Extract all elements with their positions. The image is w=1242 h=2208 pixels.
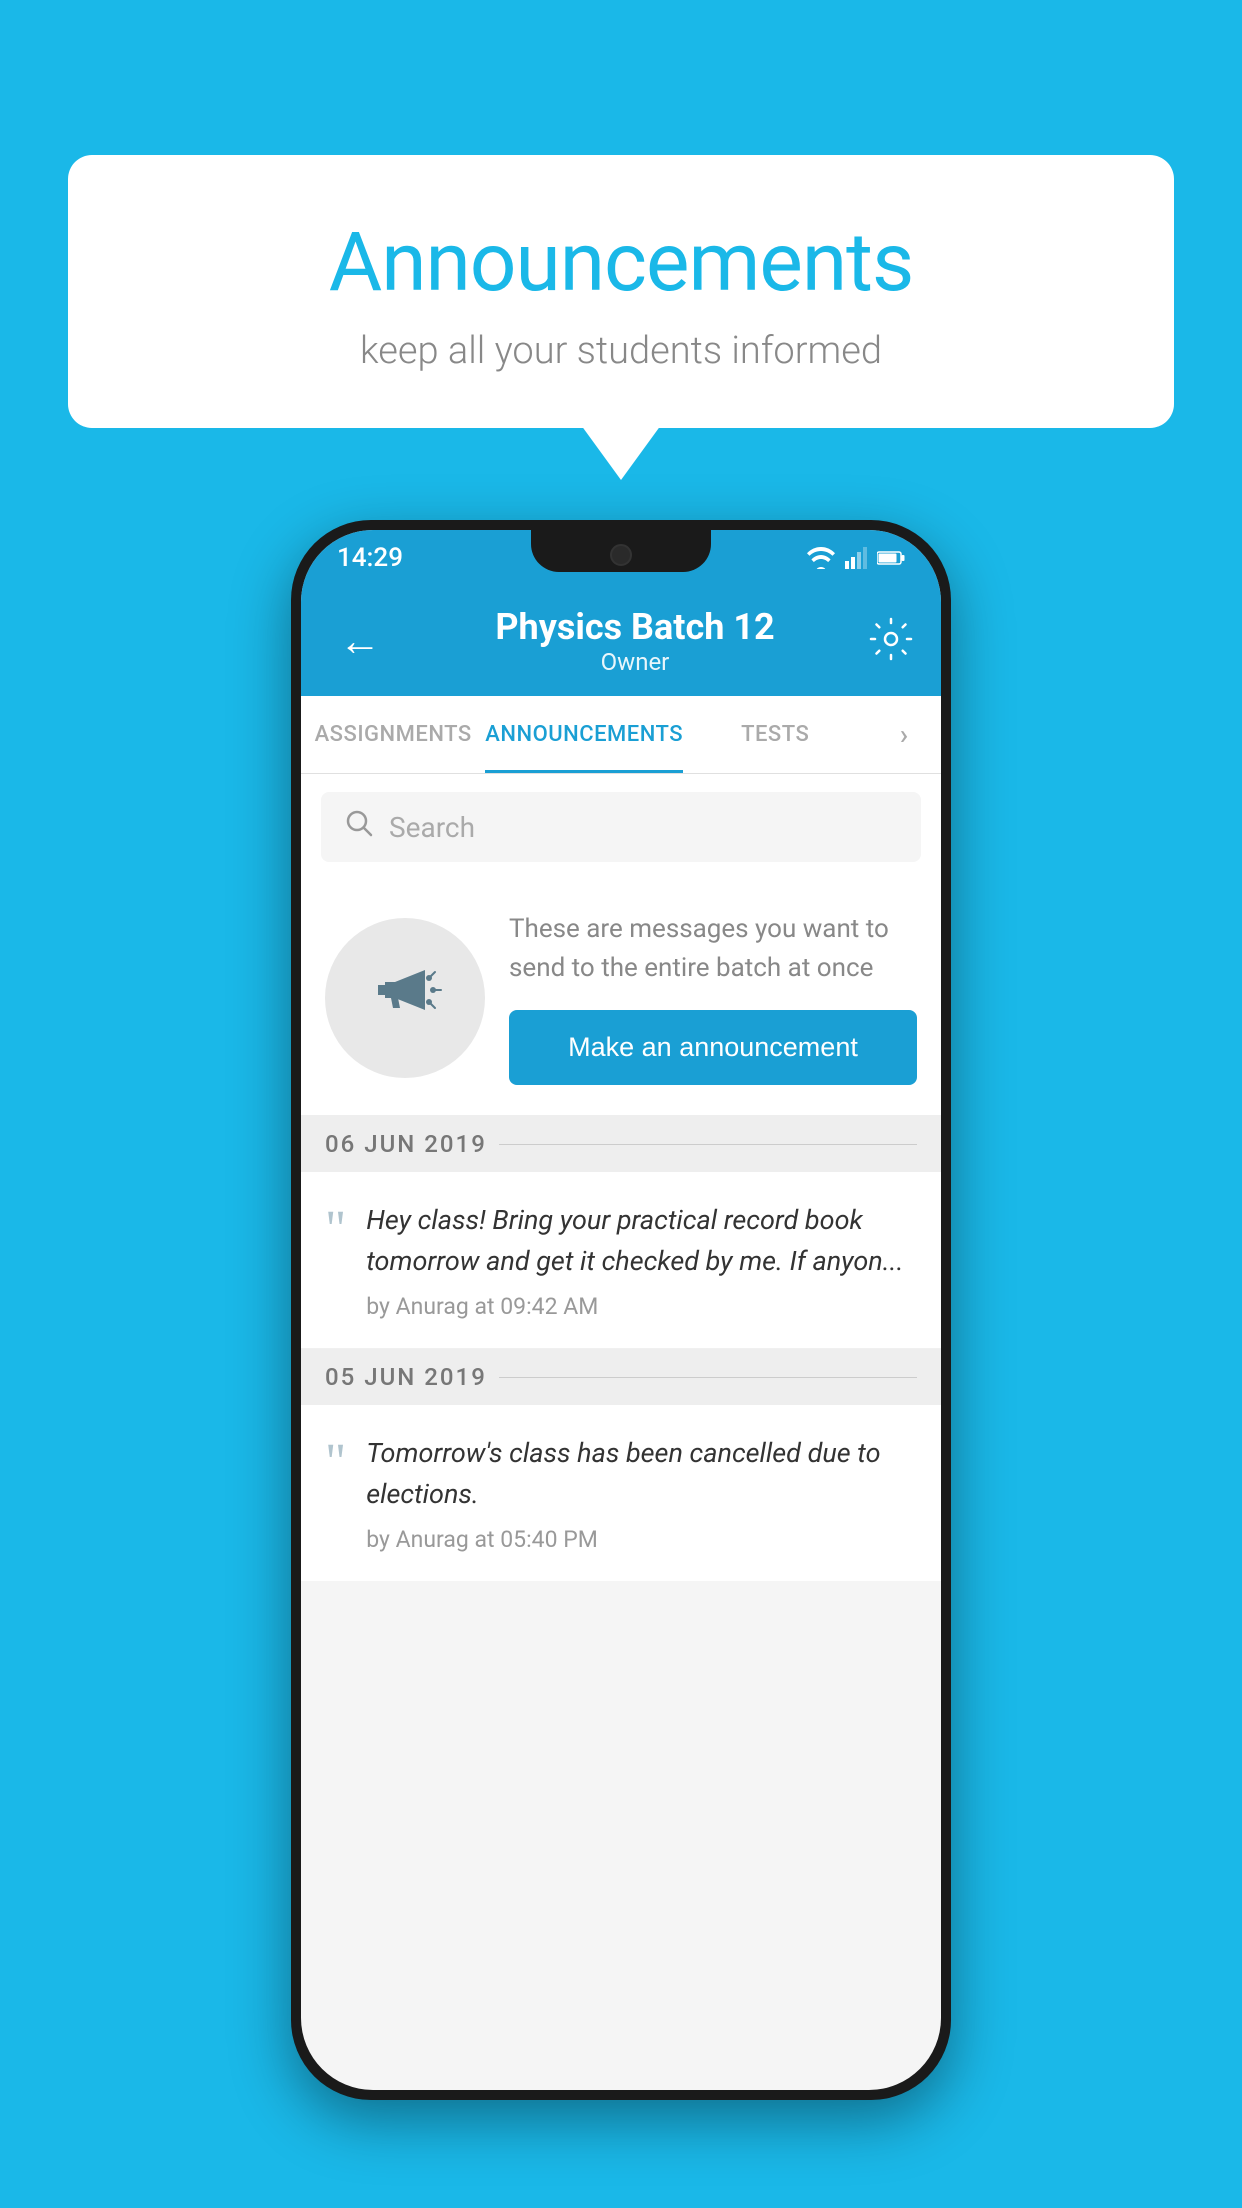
speech-bubble: Announcements keep all your students inf…	[68, 155, 1174, 428]
date-separator-2: 05 JUN 2019	[301, 1349, 941, 1405]
back-button[interactable]: ←	[329, 607, 391, 676]
search-placeholder: Search	[389, 811, 475, 844]
signal-icon	[845, 547, 867, 569]
app-bar-title: Physics Batch 12	[401, 606, 869, 648]
announcement-item-1[interactable]: " Hey class! Bring your practical record…	[301, 1172, 941, 1349]
make-announcement-button[interactable]: Make an announcement	[509, 1010, 917, 1085]
announcement-item-2[interactable]: " Tomorrow's class has been cancelled du…	[301, 1405, 941, 1581]
phone-outer: 14:29	[291, 520, 951, 2100]
speech-bubble-container: Announcements keep all your students inf…	[68, 155, 1174, 428]
app-bar: ← Physics Batch 12 Owner	[301, 586, 941, 696]
tab-tests[interactable]: TESTS	[683, 696, 867, 773]
phone-screen: 14:29	[301, 530, 941, 2090]
date-text-2: 05 JUN 2019	[325, 1363, 487, 1391]
battery-icon	[877, 550, 905, 566]
app-bar-center: Physics Batch 12 Owner	[401, 606, 869, 676]
app-bar-subtitle: Owner	[401, 648, 869, 676]
quote-icon-2: "	[325, 1437, 346, 1489]
tab-announcements[interactable]: ANNOUNCEMENTS	[485, 696, 683, 773]
date-divider-2	[499, 1377, 917, 1378]
phone-notch	[531, 530, 711, 572]
status-time: 14:29	[337, 543, 403, 573]
tab-assignments[interactable]: ASSIGNMENTS	[301, 696, 485, 773]
wifi-icon	[807, 547, 835, 569]
promo-right: These are messages you want to send to t…	[509, 910, 917, 1085]
announcement-text-2: Tomorrow's class has been cancelled due …	[366, 1433, 917, 1514]
tabs-container: ASSIGNMENTS ANNOUNCEMENTS TESTS ›	[301, 696, 941, 774]
search-icon	[345, 809, 373, 845]
announcement-meta-2: by Anurag at 05:40 PM	[366, 1526, 917, 1553]
announcement-meta-1: by Anurag at 09:42 AM	[366, 1293, 917, 1320]
promo-description: These are messages you want to send to t…	[509, 910, 917, 988]
phone-mockup: 14:29	[291, 520, 951, 2100]
date-separator-1: 06 JUN 2019	[301, 1116, 941, 1172]
announcement-content-1: Hey class! Bring your practical record b…	[366, 1200, 917, 1320]
status-icons	[807, 547, 905, 569]
announcement-promo: These are messages you want to send to t…	[301, 880, 941, 1116]
promo-icon-circle	[325, 918, 485, 1078]
bubble-title: Announcements	[118, 215, 1124, 311]
phone-camera	[610, 544, 632, 566]
settings-button[interactable]	[869, 617, 913, 665]
date-text-1: 06 JUN 2019	[325, 1130, 487, 1158]
quote-icon-1: "	[325, 1204, 346, 1256]
search-bar[interactable]: Search	[321, 792, 921, 862]
megaphone-icon	[365, 950, 445, 1046]
date-divider-1	[499, 1144, 917, 1145]
announcement-text-1: Hey class! Bring your practical record b…	[366, 1200, 917, 1281]
tab-more[interactable]: ›	[867, 696, 941, 773]
bubble-subtitle: keep all your students informed	[118, 329, 1124, 373]
announcement-content-2: Tomorrow's class has been cancelled due …	[366, 1433, 917, 1553]
search-container: Search	[301, 774, 941, 880]
